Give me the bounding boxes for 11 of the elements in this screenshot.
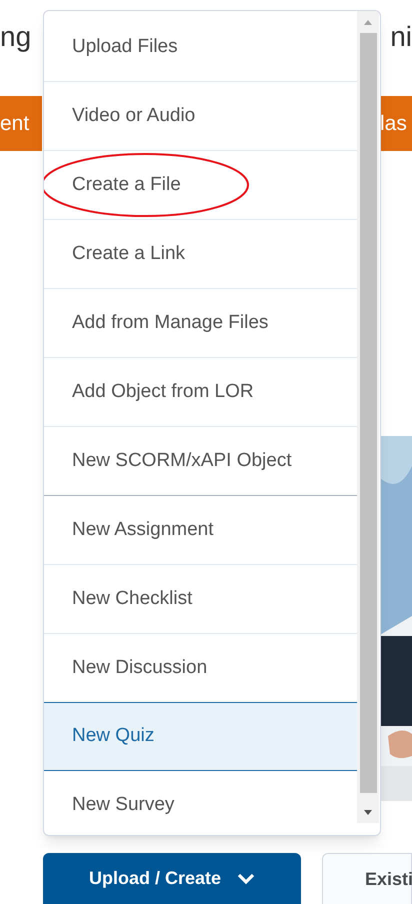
page-heading: ng bbox=[0, 23, 32, 51]
upload-create-button[interactable]: Upload / Create bbox=[43, 853, 301, 904]
menu-item[interactable]: Create a File bbox=[44, 151, 357, 220]
existing-button[interactable]: Existi bbox=[322, 853, 412, 904]
scrollbar[interactable] bbox=[357, 11, 379, 823]
chevron-down-icon bbox=[237, 872, 256, 884]
scrollbar-thumb[interactable] bbox=[360, 33, 376, 793]
menu-item[interactable]: New Quiz bbox=[44, 702, 357, 771]
page-heading: ni bbox=[390, 23, 412, 51]
scroll-up-icon[interactable] bbox=[364, 20, 372, 24]
scroll-down-icon[interactable] bbox=[364, 810, 372, 814]
